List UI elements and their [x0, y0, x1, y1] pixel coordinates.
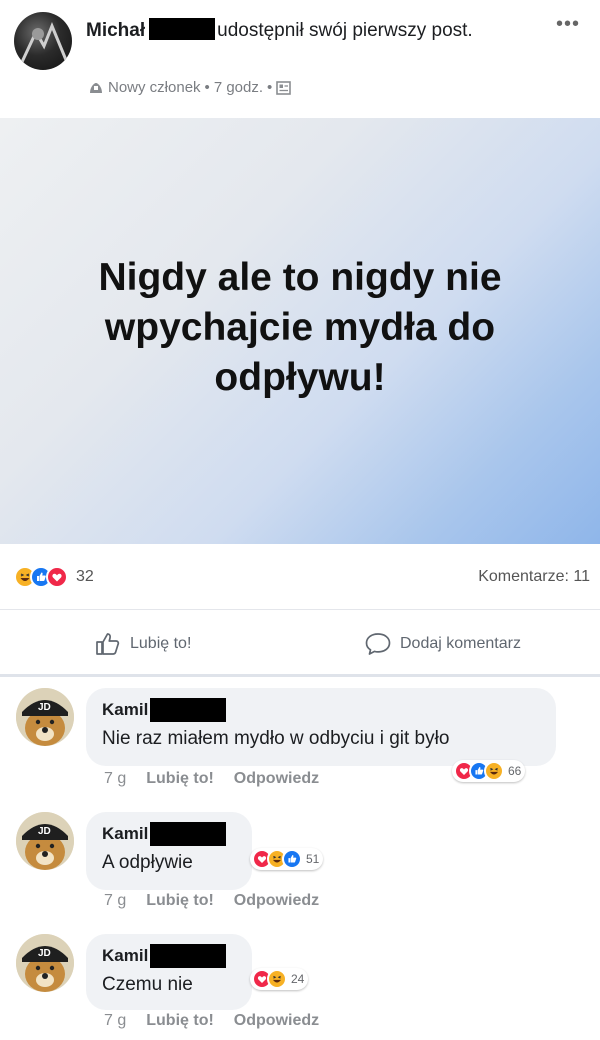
post-text: Nigdy ale to nigdy nie wpychajcie mydła … [98, 256, 502, 399]
dog-with-cap-avatar-icon: JD [16, 812, 74, 870]
avatar-image-icon [20, 22, 68, 63]
like-reaction-icon [282, 849, 302, 869]
commenter-avatar[interactable]: JD [16, 934, 74, 992]
comment-reaction-count: 51 [306, 852, 320, 866]
post-meta: Nowy członek • 7 godz. • [88, 79, 292, 96]
redacted-name [150, 944, 227, 968]
commenter-avatar[interactable]: JD [16, 688, 74, 746]
like-button[interactable]: Lubię to! [94, 631, 191, 657]
svg-text:JD: JD [38, 702, 51, 713]
reaction-count: 32 [76, 568, 94, 585]
commenter-name[interactable]: Kamil [102, 824, 148, 844]
comment-actions: 7 g Lubię to! Odpowiedz [104, 770, 319, 788]
member-badge: Nowy członek [108, 79, 201, 96]
commenter-name[interactable]: Kamil [102, 946, 148, 966]
comment-text: A odpływie [102, 852, 193, 873]
comment-text: Czemu nie [102, 974, 193, 995]
comments-count-link[interactable]: Komentarze: 11 [478, 568, 590, 586]
comment-button[interactable]: Dodaj komentarz [364, 631, 600, 657]
comment-reaction-count: 24 [291, 972, 305, 986]
comment-bubble: Kamil Nie raz miałem mydło w odbyciu i g… [86, 688, 556, 766]
comment-bubble-icon [365, 633, 391, 655]
comment-text: Nie raz miałem mydło w odbyciu i git był… [102, 728, 450, 749]
comment-button-label: Dodaj komentarz [400, 635, 521, 652]
new-member-icon [90, 82, 102, 93]
love-reaction-icon [46, 566, 68, 588]
more-options-button[interactable]: ••• [556, 14, 580, 34]
redacted-name [150, 822, 227, 846]
haha-reaction-icon [484, 761, 504, 781]
comment-reply-button[interactable]: Odpowiedz [234, 1012, 319, 1030]
author-avatar[interactable] [14, 12, 72, 70]
reaction-summary[interactable]: 32 [14, 566, 94, 588]
comment-time[interactable]: 7 g [104, 892, 126, 910]
comment-reactions[interactable]: 51 [250, 848, 324, 870]
redacted-name [150, 698, 227, 722]
comment-reactions[interactable]: 66 [452, 760, 526, 782]
comment-like-button[interactable]: Lubię to! [146, 770, 214, 788]
comment-reaction-count: 66 [508, 764, 522, 778]
author-name[interactable]: Michał [86, 20, 145, 41]
redacted-name [149, 18, 216, 40]
post-action-bar: Lubię to! Dodaj komentarz [0, 611, 600, 677]
post-time[interactable]: 7 godz. [214, 79, 263, 96]
comment-bubble: Kamil A odpływie [86, 812, 252, 890]
author-line: Michał udostępnił swój pierwszy post. [86, 18, 556, 44]
dog-with-cap-avatar-icon: JD [16, 688, 74, 746]
svg-text:JD: JD [38, 948, 51, 959]
dog-with-cap-avatar-icon: JD [16, 934, 74, 992]
comment-time[interactable]: 7 g [104, 1012, 126, 1030]
commenter-name[interactable]: Kamil [102, 700, 148, 720]
comment-bubble: Kamil Czemu nie [86, 934, 252, 1010]
meta-separator: • [204, 79, 210, 96]
comment-like-button[interactable]: Lubię to! [146, 1012, 214, 1030]
commenter-avatar[interactable]: JD [16, 812, 74, 870]
post-banner: Nigdy ale to nigdy nie wpychajcie mydła … [0, 118, 600, 544]
comment-actions: 7 g Lubię to! Odpowiedz [104, 892, 319, 910]
like-button-label: Lubię to! [130, 635, 192, 652]
comment-reply-button[interactable]: Odpowiedz [234, 892, 319, 910]
post-header: Michał udostępnił swój pierwszy post. Now… [0, 0, 600, 118]
comment-time[interactable]: 7 g [104, 770, 126, 788]
comment-actions: 7 g Lubię to! Odpowiedz [104, 1012, 319, 1030]
post-stats: 32 Komentarze: 11 [0, 544, 600, 610]
svg-text:JD: JD [38, 826, 51, 837]
author-action: udostępnił swój pierwszy post. [217, 20, 473, 41]
comment-like-button[interactable]: Lubię to! [146, 892, 214, 910]
thumbs-up-icon [96, 633, 120, 655]
comment-reactions[interactable]: 24 [250, 968, 309, 990]
meta-separator: • [267, 79, 273, 96]
haha-reaction-icon [267, 969, 287, 989]
public-globe-icon [276, 80, 292, 95]
comment-reply-button[interactable]: Odpowiedz [234, 770, 319, 788]
